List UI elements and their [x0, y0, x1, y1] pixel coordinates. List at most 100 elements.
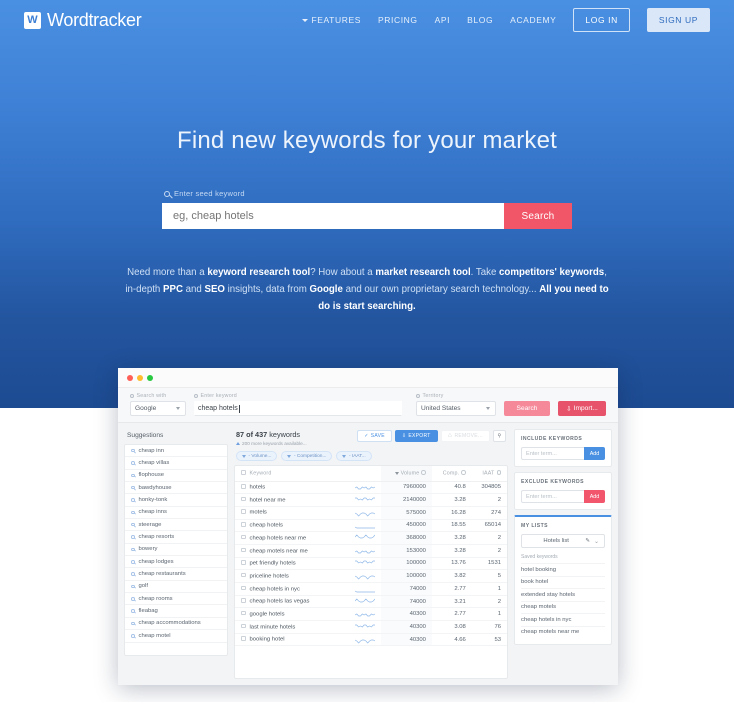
- table-row[interactable]: motels 575000 16.28 274: [235, 506, 507, 520]
- suggestion-item[interactable]: cheap lodges: [125, 556, 227, 569]
- suggestion-item[interactable]: steerage: [125, 519, 227, 532]
- row-checkbox[interactable]: [241, 509, 246, 514]
- row-checkbox[interactable]: [241, 534, 246, 540]
- search-engine-select[interactable]: Google: [130, 401, 186, 416]
- edit-icon[interactable]: ✎: [585, 538, 590, 544]
- row-checkbox[interactable]: [241, 585, 246, 591]
- save-button[interactable]: ✓ SAVE: [357, 430, 392, 442]
- suggestion-item[interactable]: flophouse: [125, 470, 227, 483]
- cell-keyword[interactable]: pet friendly hotels: [235, 557, 346, 571]
- suggestion-item[interactable]: cheap villas: [125, 457, 227, 470]
- key-icon[interactable]: ⚲: [493, 430, 506, 442]
- saved-keyword-item[interactable]: book hotel: [521, 575, 605, 589]
- row-checkbox[interactable]: [241, 547, 246, 553]
- minimize-icon[interactable]: [137, 374, 143, 381]
- cell-keyword[interactable]: last minute hotels: [235, 620, 346, 634]
- export-button[interactable]: ⇩ EXPORT: [394, 430, 438, 442]
- cell-keyword[interactable]: motels: [235, 506, 346, 520]
- list-select[interactable]: Hotels list ✎ ⌄: [521, 534, 605, 548]
- login-button[interactable]: LOG IN: [573, 8, 630, 32]
- cell-keyword[interactable]: cheap motels near me: [235, 544, 346, 558]
- table-row[interactable]: cheap hotels in nyc 74000 2.77 1: [235, 582, 507, 596]
- cell-keyword[interactable]: cheap hotels las vegas: [235, 595, 346, 609]
- saved-keyword-item[interactable]: extended stay hotels: [521, 588, 605, 601]
- cell-keyword[interactable]: hotel near me: [235, 493, 346, 507]
- table-row[interactable]: pet friendly hotels 100000 13.76 1531: [235, 557, 507, 571]
- table-row[interactable]: last minute hotels 40300 3.08 76: [235, 620, 507, 634]
- sparkline-icon: [354, 639, 375, 644]
- include-add-button[interactable]: Add: [584, 447, 605, 460]
- table-row[interactable]: cheap hotels 450000 18.55 65014: [235, 519, 507, 533]
- nav-link-pricing[interactable]: PRICING: [378, 15, 418, 25]
- cell-keyword[interactable]: cheap hotels in nyc: [235, 582, 346, 596]
- row-checkbox[interactable]: [241, 598, 246, 603]
- nav-link-academy[interactable]: ACADEMY: [510, 15, 556, 25]
- filter-icon: [342, 454, 347, 458]
- table-row[interactable]: cheap motels near me 153000 3.28 2: [235, 544, 507, 558]
- row-checkbox[interactable]: [241, 610, 246, 616]
- row-checkbox[interactable]: [241, 572, 246, 578]
- cell-keyword[interactable]: hotels: [235, 481, 346, 495]
- include-keywords-input[interactable]: Enter term...: [521, 447, 584, 460]
- saved-keyword-item[interactable]: cheap motels near me: [521, 625, 605, 639]
- nav-link-blog[interactable]: BLOG: [467, 15, 493, 25]
- row-checkbox[interactable]: [241, 636, 246, 641]
- suggestion-item[interactable]: cheap resorts: [125, 531, 227, 544]
- suggestion-item[interactable]: cheap inn: [125, 445, 227, 458]
- row-checkbox[interactable]: [241, 623, 246, 629]
- suggestion-item[interactable]: golf: [125, 581, 227, 594]
- close-icon[interactable]: [127, 374, 133, 381]
- table-row[interactable]: priceline hotels 100000 3.82 5: [235, 569, 507, 583]
- suggestion-item[interactable]: bawdyhouse: [125, 482, 227, 495]
- table-row[interactable]: hotels 7960000 40.8 304805: [235, 481, 507, 495]
- table-row[interactable]: hotel near me 2140000 3.28 2: [235, 493, 507, 507]
- saved-keyword-item[interactable]: hotel booking: [521, 563, 605, 576]
- remove-button[interactable]: ♺ REMOVE...: [440, 430, 490, 442]
- suggestion-item[interactable]: cheap restaurants: [125, 568, 227, 581]
- nav-link-api[interactable]: API: [435, 15, 451, 25]
- suggestion-item[interactable]: bowery: [125, 544, 227, 557]
- suggestion-item[interactable]: cheap rooms: [125, 593, 227, 606]
- signup-button[interactable]: SIGN UP: [646, 8, 710, 32]
- keyword-input[interactable]: cheap hotels: [194, 401, 402, 416]
- row-checkbox[interactable]: [241, 484, 246, 489]
- saved-keyword-item[interactable]: cheap hotels in nyc: [521, 613, 605, 626]
- table-row[interactable]: booking hotel 40300 4.66 53: [235, 633, 507, 647]
- suggestion-item[interactable]: fleabag: [125, 605, 227, 618]
- filter-pill[interactable]: - Volume...: [236, 451, 278, 461]
- app-import-button[interactable]: ⇩ Import...: [558, 401, 606, 416]
- select-all-checkbox[interactable]: [241, 470, 246, 475]
- cell-keyword[interactable]: cheap hotels: [235, 519, 346, 533]
- suggestion-item[interactable]: cheap accommodations: [125, 618, 227, 631]
- exclude-add-button[interactable]: Add: [584, 490, 605, 503]
- column-volume[interactable]: Volume: [380, 466, 432, 482]
- cell-keyword[interactable]: booking hotel: [235, 633, 346, 647]
- maximize-icon[interactable]: [147, 374, 153, 381]
- filter-pill[interactable]: - Competition...: [281, 451, 333, 461]
- brand-logo[interactable]: W Wordtracker: [24, 10, 142, 31]
- column-keyword[interactable]: Keyword: [235, 466, 346, 482]
- search-button[interactable]: Search: [504, 203, 572, 229]
- suggestion-item[interactable]: cheap motel: [125, 630, 227, 643]
- exclude-keywords-input[interactable]: Enter term...: [521, 490, 584, 503]
- territory-select[interactable]: United States: [416, 401, 496, 416]
- app-search-button[interactable]: Search: [504, 401, 550, 416]
- chevron-down-icon[interactable]: ⌄: [594, 538, 599, 545]
- suggestion-item[interactable]: honky-tonk: [125, 494, 227, 507]
- cell-keyword[interactable]: google hotels: [235, 607, 346, 622]
- table-row[interactable]: google hotels 40300 2.77 1: [235, 607, 507, 622]
- row-checkbox[interactable]: [241, 522, 246, 527]
- search-input[interactable]: [162, 203, 504, 229]
- nav-link-features[interactable]: FEATURES: [302, 15, 361, 25]
- table-row[interactable]: cheap hotels near me 368000 3.28 2: [235, 531, 507, 545]
- table-row[interactable]: cheap hotels las vegas 74000 3.21 2: [235, 595, 507, 609]
- saved-keyword-item[interactable]: cheap motels: [521, 600, 605, 614]
- filter-pill[interactable]: - IAAT...: [336, 451, 372, 461]
- row-checkbox[interactable]: [241, 496, 246, 502]
- cell-keyword[interactable]: cheap hotels near me: [235, 531, 346, 545]
- suggestion-item[interactable]: cheap inns: [125, 507, 227, 520]
- row-checkbox[interactable]: [241, 560, 246, 565]
- cell-keyword[interactable]: priceline hotels: [235, 569, 346, 583]
- column-competition[interactable]: Comp.: [431, 466, 472, 482]
- column-iaat[interactable]: IAAT: [471, 466, 507, 482]
